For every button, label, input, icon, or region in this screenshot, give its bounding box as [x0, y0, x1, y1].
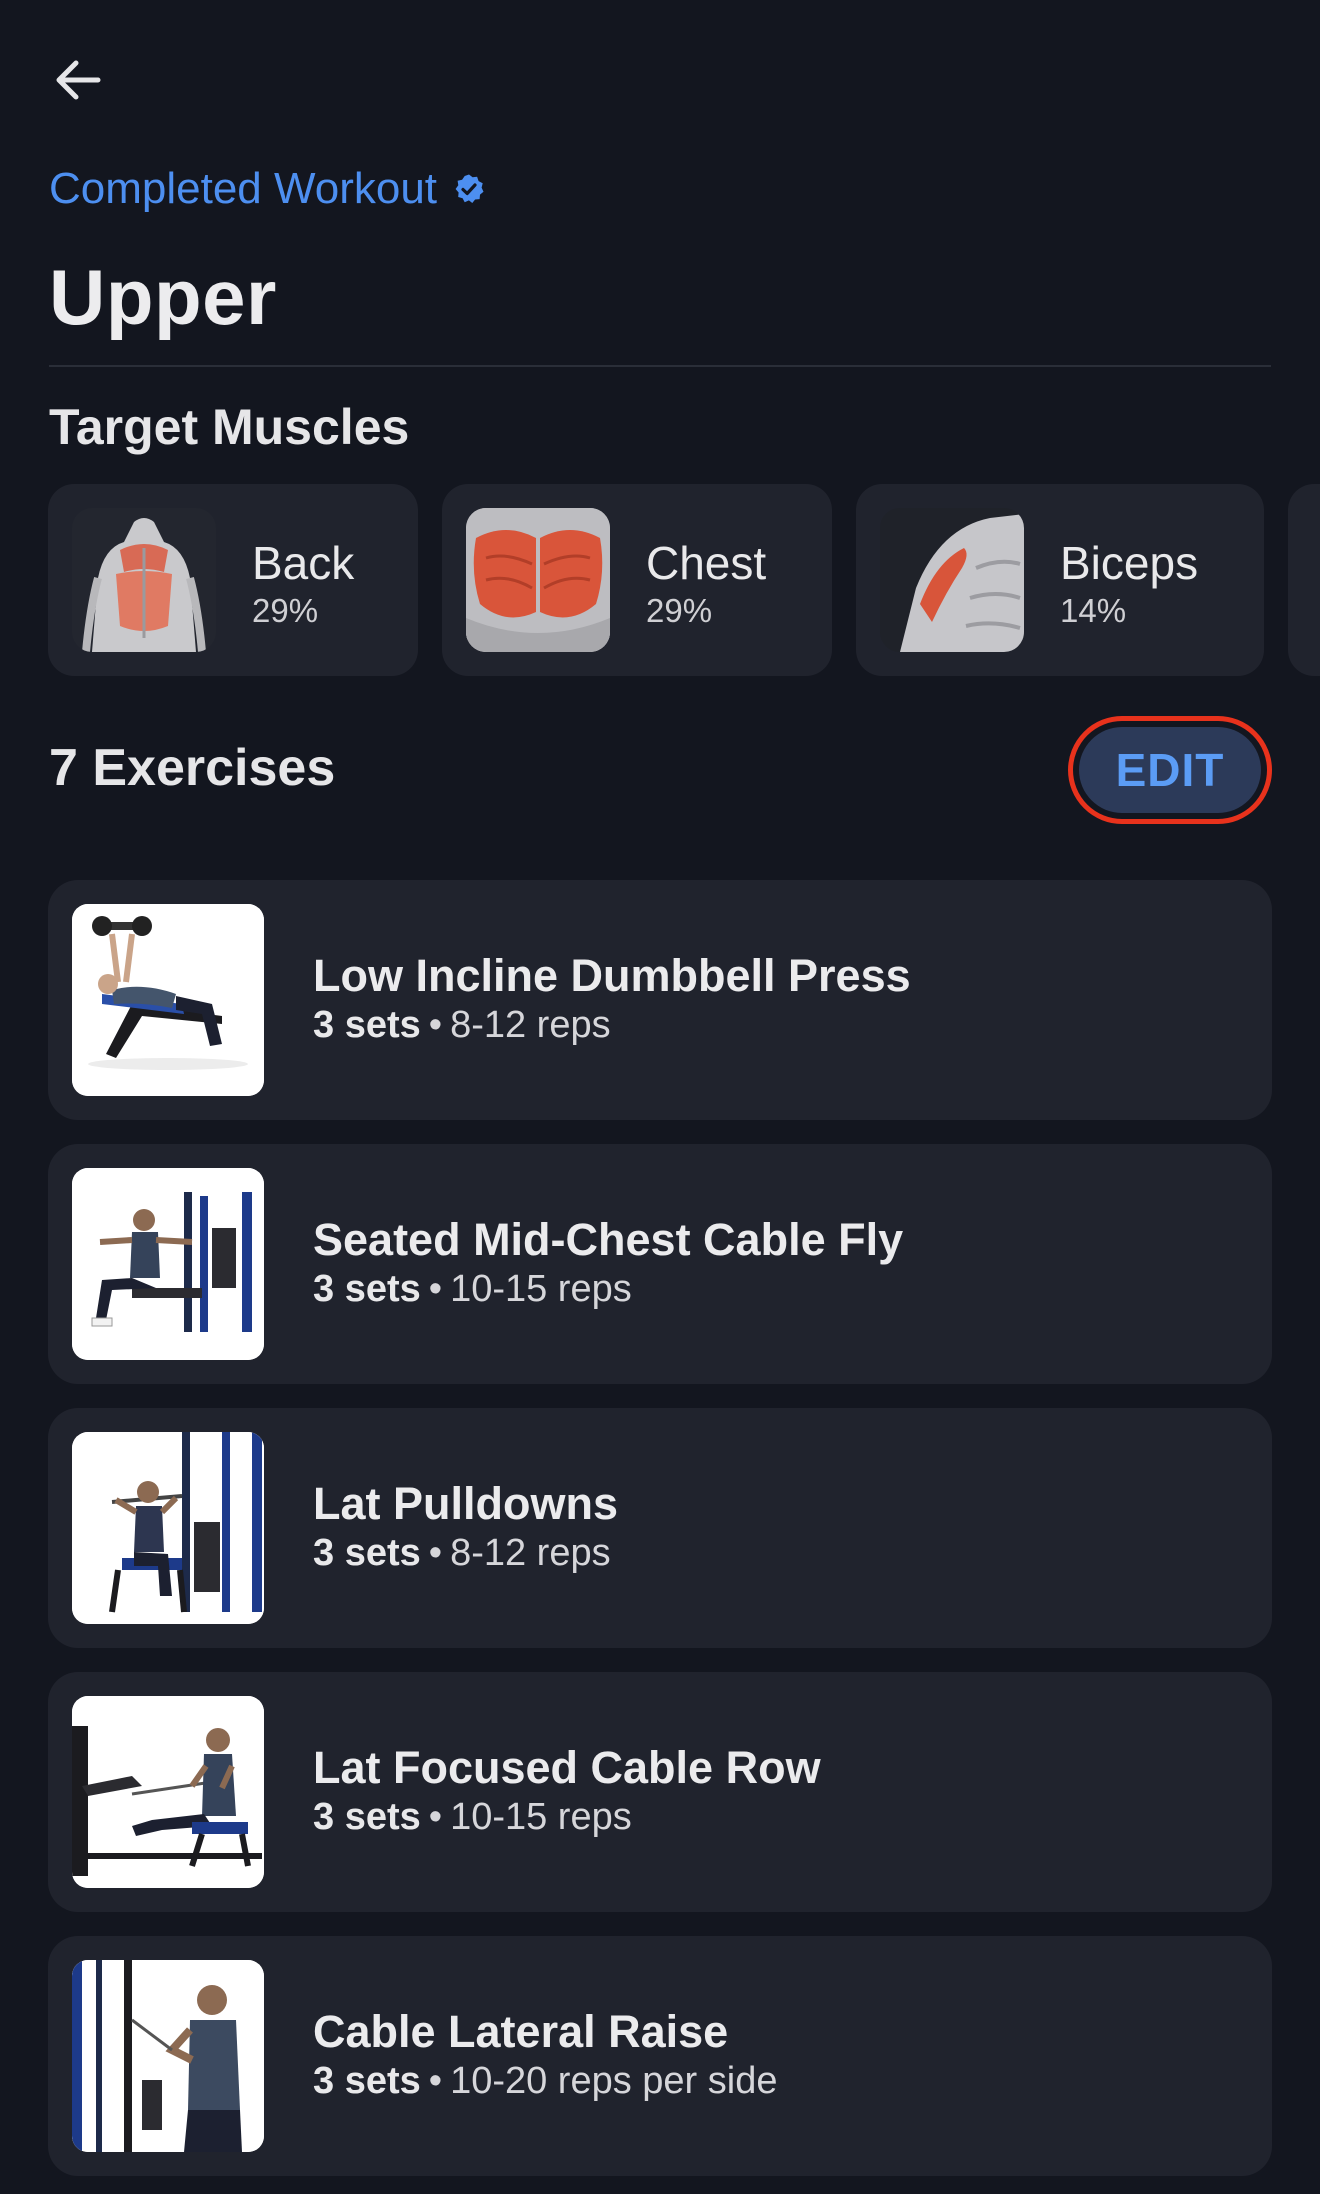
- back-button[interactable]: [46, 48, 110, 112]
- separator-dot: •: [428, 1268, 443, 1310]
- divider: [49, 365, 1271, 367]
- verified-check-icon: [455, 174, 484, 203]
- separator-dot: •: [428, 1532, 443, 1574]
- exercise-thumbnail: [72, 904, 264, 1096]
- muscle-name: Biceps: [1060, 537, 1199, 589]
- exercise-meta: 3 sets • 8-12 reps: [313, 1532, 611, 1575]
- exercise-card[interactable]: Seated Mid-Chest Cable Fly 3 sets • 10-15 …: [48, 1144, 1272, 1384]
- exercise-card[interactable]: Lat Focused Cable Row 3 sets • 10-15 reps: [48, 1672, 1272, 1912]
- separator-dot: •: [428, 1004, 443, 1046]
- exercise-sets: 3 sets: [313, 1796, 421, 1838]
- exercise-name: Cable Lateral Raise: [313, 2006, 729, 2057]
- exercise-reps: 10-15 reps: [450, 1796, 632, 1838]
- exercise-name: Seated Mid-Chest Cable Fly: [313, 1214, 904, 1265]
- muscle-percent: 14%: [1060, 592, 1127, 629]
- exercise-thumbnail: [72, 1960, 264, 2152]
- target-muscles-carousel[interactable]: Back 29% Chest 29% Biceps 14%: [0, 484, 1320, 676]
- exercise-reps: 10-20 reps per side: [450, 2060, 778, 2102]
- exercise-thumbnail: [72, 1168, 264, 1360]
- chest-muscle-icon: [466, 508, 610, 652]
- exercise-reps: 10-15 reps: [450, 1268, 632, 1310]
- exercise-thumbnail: [72, 1696, 264, 1888]
- page-title: Upper: [49, 253, 277, 341]
- status-label: Completed Workout: [49, 164, 438, 213]
- exercise-count: 7 Exercises: [49, 739, 336, 797]
- edit-highlight-ring: EDIT: [1068, 716, 1272, 824]
- muscle-percent: 29%: [646, 592, 713, 629]
- exercise-card[interactable]: Low Incline Dumbbell Press 3 sets • 8-12 r…: [48, 880, 1272, 1120]
- exercise-sets: 3 sets: [313, 1004, 421, 1046]
- muscle-card-next[interactable]: [1288, 484, 1320, 676]
- exercise-reps: 8-12 reps: [450, 1004, 611, 1046]
- muscle-percent: 29%: [252, 592, 319, 629]
- exercise-name: Lat Pulldowns: [313, 1478, 619, 1529]
- muscle-name: Back: [252, 537, 355, 589]
- exercise-meta: 3 sets • 10-20 reps per side: [313, 2060, 777, 2103]
- exercise-meta: 3 sets • 10-15 reps: [313, 1796, 632, 1839]
- exercise-meta: 3 sets • 10-15 reps: [313, 1268, 632, 1311]
- target-muscles-heading: Target Muscles: [49, 399, 410, 455]
- edit-button[interactable]: EDIT: [1079, 727, 1261, 813]
- muscle-name: Chest: [646, 537, 767, 589]
- exercise-meta: 3 sets • 8-12 reps: [313, 1004, 611, 1047]
- biceps-muscle-icon: [880, 508, 1024, 652]
- exercise-sets: 3 sets: [313, 1532, 421, 1574]
- exercise-card[interactable]: Cable Lateral Raise 3 sets • 10-20 reps pe…: [48, 1936, 1272, 2176]
- muscle-card-chest[interactable]: Chest 29%: [442, 484, 832, 676]
- exercise-name: Low Incline Dumbbell Press: [313, 950, 911, 1001]
- separator-dot: •: [428, 2060, 443, 2102]
- separator-dot: •: [428, 1796, 443, 1838]
- exercise-sets: 3 sets: [313, 2060, 421, 2102]
- exercise-card[interactable]: Lat Pulldowns 3 sets • 8-12 reps: [48, 1408, 1272, 1648]
- muscle-card-back[interactable]: Back 29%: [48, 484, 418, 676]
- arrow-left-icon: [56, 60, 101, 100]
- completed-status: Completed Workout: [49, 164, 485, 214]
- exercise-sets: 3 sets: [313, 1268, 421, 1310]
- exercise-thumbnail: [72, 1432, 264, 1624]
- exercise-reps: 8-12 reps: [450, 1532, 611, 1574]
- back-muscle-icon: [72, 508, 216, 652]
- muscle-card-biceps[interactable]: Biceps 14%: [856, 484, 1264, 676]
- exercise-name: Lat Focused Cable Row: [313, 1742, 821, 1793]
- workout-detail-screen: Completed Workout Upper Target Muscles B…: [0, 0, 1320, 2194]
